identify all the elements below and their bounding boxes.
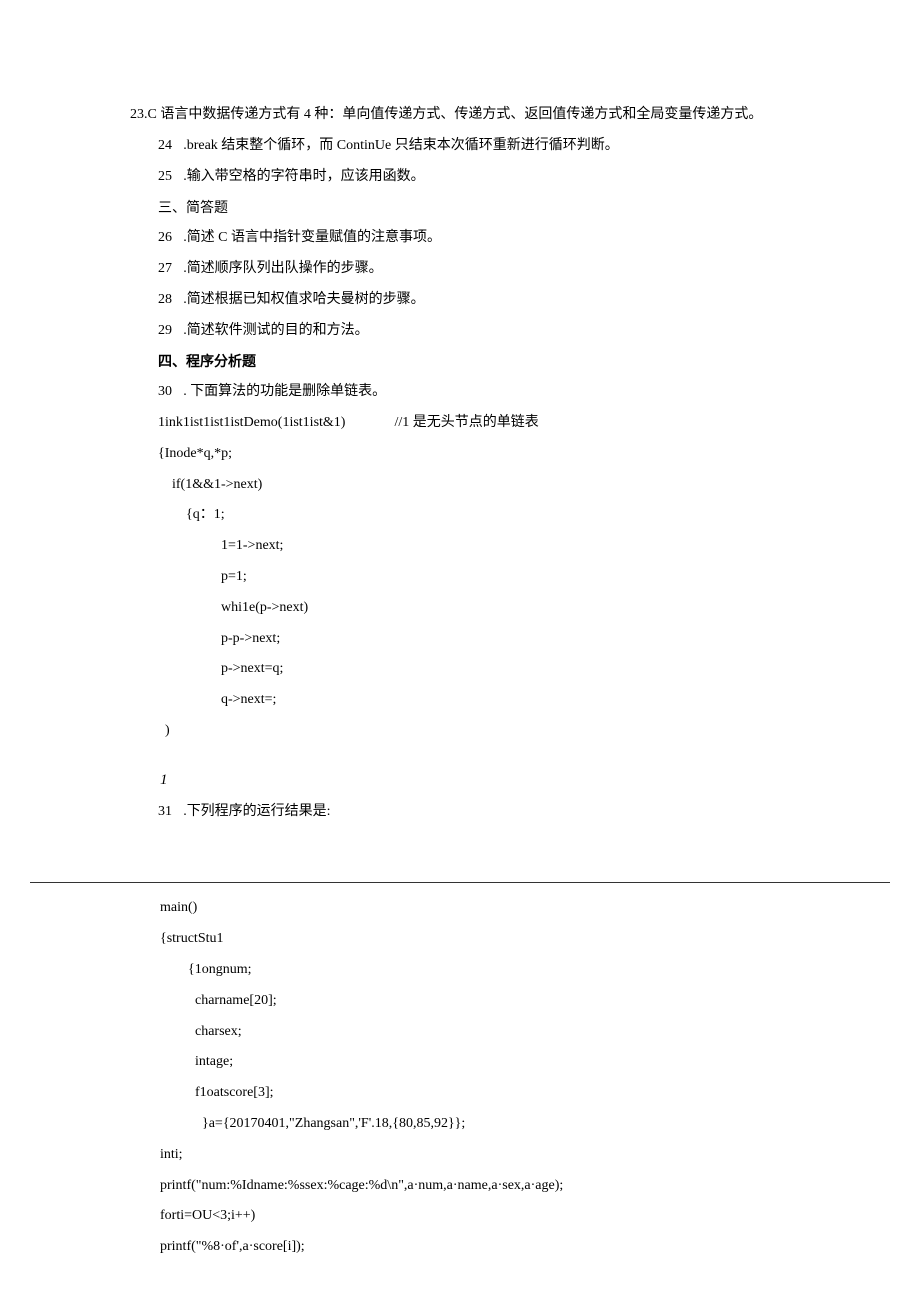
item-30: 30. 下面算法的功能是删除单链表。 [130,377,790,408]
item-number: 27 [158,254,183,285]
item-number: 23 [130,107,144,122]
code-line: whi1e(p->next) [130,593,790,624]
item-23: 23.C 语言中数据传递方式有 4 种：单向值传递方式、传递方式、返回值传递方式… [130,100,790,131]
item-number: 29 [158,316,183,347]
section-heading-4: 四、程序分析题 [130,346,790,377]
code-line: charname[20]; [160,986,820,1017]
code-line: inti; [160,1140,820,1171]
stray-char: 1 [130,764,790,797]
page-divider [30,882,890,883]
code-line: {Inode*q,*p; [130,439,790,470]
item-24: 24.break 结束整个循环，而 ContinUe 只结束本次循环重新进行循环… [130,131,790,162]
item-number: 25 [158,162,183,193]
code-line: forti=OU<3;i++) [160,1201,820,1232]
code-line: intage; [160,1047,820,1078]
item-text: .简述软件测试的目的和方法。 [183,323,369,338]
code-line: ) [130,716,790,747]
item-28: 28.简述根据已知权值求哈夫曼树的步骤。 [130,285,790,316]
code-line: charsex; [160,1017,820,1048]
code-line: {1ongnum; [160,955,820,986]
code-line: f1oatscore[3]; [160,1078,820,1109]
item-text: .下列程序的运行结果是: [183,804,330,819]
code-text: 1ink1ist1ist1istDemo(1ist1ist&1) [158,415,345,430]
item-text: .C 语言中数据传递方式有 4 种：单向值传递方式、传递方式、返回值传递方式和全… [144,107,762,122]
page-divider-wrap [0,882,920,883]
item-27: 27.简述顺序队列出队操作的步骤。 [130,254,790,285]
page-1-content: 23.C 语言中数据传递方式有 4 种：单向值传递方式、传递方式、返回值传递方式… [0,100,920,827]
item-number: 31 [158,797,183,828]
code-line: main() [160,893,820,924]
code-line: {structStu1 [160,924,820,955]
item-25: 25.输入带空格的字符串时，应该用函数。 [130,162,790,193]
item-number: 28 [158,285,183,316]
code-line: 1=1->next; [130,531,790,562]
code-line: if(1&&1->next) [130,470,790,501]
item-text: .简述顺序队列出队操作的步骤。 [183,261,383,276]
item-text: .break 结束整个循环，而 ContinUe 只结束本次循环重新进行循环判断… [183,138,619,153]
code-line: q->next=; [130,685,790,716]
code-line: }a={20170401,"Zhangsan",'F'.18,{80,85,92… [160,1109,820,1140]
code-line: {q：1; [130,500,790,531]
section-heading-3: 三、简答题 [130,192,790,223]
item-text: .输入带空格的字符串时，应该用函数。 [183,169,425,184]
item-text: .简述根据已知权值求哈夫曼树的步骤。 [183,292,425,307]
code-line: p-p->next; [130,624,790,655]
item-29: 29.简述软件测试的目的和方法。 [130,316,790,347]
item-text: .简述 C 语言中指针变量赋值的注意事项。 [183,230,441,245]
code-line: 1ink1ist1ist1istDemo(1ist1ist&1) //1 是无头节… [130,408,790,439]
item-number: 24 [158,131,183,162]
item-text: . 下面算法的功能是删除单链表。 [183,384,386,399]
page-2-content: main() {structStu1 {1ongnum; charname[20… [0,893,920,1263]
code-line: p=1; [130,562,790,593]
item-31: 31.下列程序的运行结果是: [130,797,790,828]
code-line: printf("%8·of',a·score[i]); [160,1232,820,1263]
item-26: 26.简述 C 语言中指针变量赋值的注意事项。 [130,223,790,254]
item-number: 26 [158,223,183,254]
code-line: printf("num:%Idname:%ssex:%cage:%d\n",a·… [160,1171,820,1202]
code-line: p->next=q; [130,654,790,685]
code-comment: //1 是无头节点的单链表 [394,415,538,430]
item-number: 30 [158,377,183,408]
